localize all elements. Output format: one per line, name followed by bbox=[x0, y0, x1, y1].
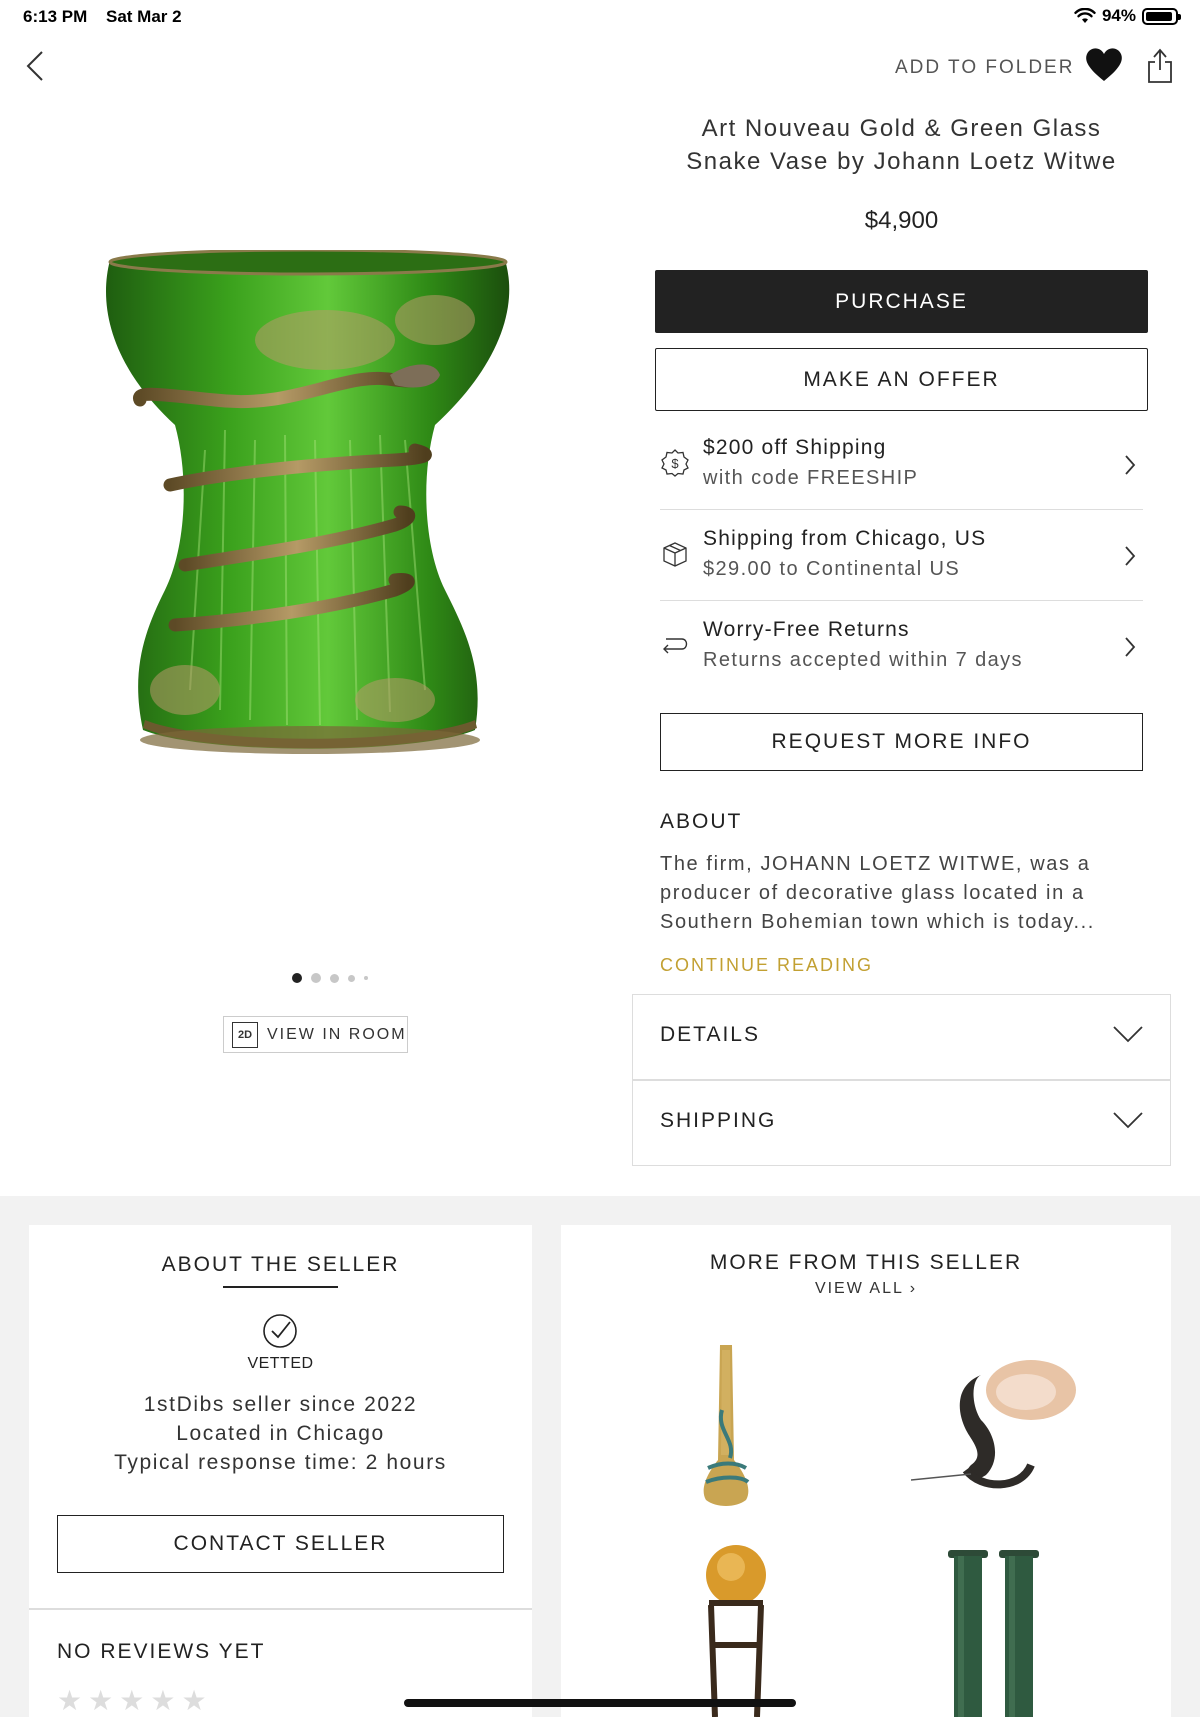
chevron-right-icon bbox=[1125, 637, 1136, 657]
home-indicator bbox=[404, 1699, 796, 1707]
product-title-line1: Art Nouveau Gold & Green Glass bbox=[701, 115, 1102, 142]
seller-location: Located in Chicago bbox=[176, 1422, 385, 1445]
status-indicators: 94% bbox=[1074, 6, 1181, 26]
view-in-room-label: VIEW IN ROOM bbox=[267, 1025, 407, 1043]
share-icon[interactable] bbox=[1145, 46, 1175, 86]
details-label: DETAILS bbox=[660, 1023, 760, 1046]
pagination-dot[interactable] bbox=[348, 974, 355, 982]
add-to-folder-button[interactable]: ADD TO FOLDER bbox=[895, 57, 1074, 79]
star-icon: ★ bbox=[181, 1685, 207, 1716]
battery-percent: 94% bbox=[1101, 6, 1136, 25]
details-accordion[interactable]: DETAILS bbox=[632, 994, 1171, 1080]
dollar-badge-icon: $ bbox=[661, 449, 689, 477]
star-icon: ★ bbox=[88, 1685, 114, 1716]
info-row-shipping-promo[interactable]: $ $200 off Shipping with code FREESHIP bbox=[660, 420, 1143, 510]
seller-since: 1stDibs seller since 2022 bbox=[143, 1393, 418, 1416]
star-icon: ★ bbox=[119, 1685, 145, 1716]
pagination-dot[interactable] bbox=[330, 973, 339, 983]
chevron-down-icon bbox=[1113, 1026, 1143, 1043]
favorite-heart-icon[interactable] bbox=[1083, 44, 1125, 84]
battery-cap bbox=[1178, 13, 1181, 20]
product-title: Art Nouveau Gold & Green Glass Snake Vas… bbox=[655, 112, 1148, 178]
about-seller-title: ABOUT THE SELLER bbox=[161, 1253, 400, 1276]
info-row-title: $200 off Shipping bbox=[703, 436, 887, 459]
star-icon: ★ bbox=[150, 1685, 176, 1716]
battery-level-fill bbox=[1146, 11, 1173, 21]
shipping-accordion[interactable]: SHIPPING bbox=[632, 1080, 1171, 1166]
vetted-label: VETTED bbox=[247, 1355, 314, 1372]
return-arrow-icon bbox=[663, 638, 688, 654]
back-chevron-icon[interactable] bbox=[20, 46, 50, 86]
chevron-right-icon bbox=[1125, 455, 1136, 475]
more-from-seller-title: MORE FROM THIS SELLER bbox=[709, 1251, 1023, 1274]
related-item-thumbnail[interactable] bbox=[701, 1545, 771, 1717]
info-row-shipping-origin[interactable]: Shipping from Chicago, US $29.00 to Cont… bbox=[660, 511, 1143, 601]
about-line: producer of decorative glass located in … bbox=[660, 882, 1085, 904]
info-row-subtitle: Returns accepted within 7 days bbox=[703, 649, 1023, 671]
shipping-label: SHIPPING bbox=[660, 1109, 777, 1132]
info-row-subtitle: with code FREESHIP bbox=[703, 467, 919, 489]
vetted-check-icon bbox=[263, 1314, 297, 1348]
make-offer-button[interactable]: MAKE AN OFFER bbox=[655, 348, 1148, 411]
vase-illustration bbox=[106, 248, 510, 754]
status-time: 6:13 PM bbox=[23, 7, 88, 26]
contact-seller-button[interactable]: CONTACT SELLER bbox=[57, 1515, 504, 1573]
continue-reading-link[interactable]: CONTINUE READING bbox=[660, 955, 873, 976]
divider bbox=[29, 1608, 532, 1610]
svg-text:$: $ bbox=[671, 456, 679, 471]
view-in-room-button[interactable]: 2D VIEW IN ROOM bbox=[223, 1016, 408, 1053]
more-from-seller-card: MORE FROM THIS SELLER VIEW ALL › bbox=[561, 1225, 1171, 1717]
request-info-button[interactable]: REQUEST MORE INFO bbox=[660, 713, 1143, 771]
pagination-dot[interactable] bbox=[364, 976, 368, 980]
info-row-title: Shipping from Chicago, US bbox=[703, 527, 987, 550]
star-icon: ★ bbox=[57, 1685, 83, 1716]
package-icon bbox=[663, 542, 687, 567]
pagination-dot[interactable] bbox=[311, 973, 321, 983]
view-in-room-2d-icon: 2D bbox=[232, 1021, 258, 1048]
image-pagination[interactable] bbox=[292, 973, 368, 983]
about-description: The firm, JOHANN LOETZ WITWE, was a prod… bbox=[660, 850, 1143, 937]
product-title-line2: Snake Vase by Johann Loetz Witwe bbox=[686, 148, 1117, 175]
about-heading: ABOUT bbox=[660, 810, 743, 833]
info-row-title: Worry-Free Returns bbox=[703, 618, 910, 641]
pagination-dot[interactable] bbox=[292, 973, 302, 983]
seller-response-time: Typical response time: 2 hours bbox=[114, 1451, 447, 1474]
product-price: $4,900 bbox=[864, 207, 939, 234]
related-item-thumbnail[interactable] bbox=[946, 1550, 1041, 1717]
about-line: Southern Bohemian town which is today... bbox=[660, 911, 1095, 933]
title-underline bbox=[223, 1286, 338, 1288]
product-image[interactable] bbox=[95, 248, 535, 810]
rating-stars: ★ ★ ★ ★ ★ bbox=[57, 1687, 207, 1715]
chevron-down-icon bbox=[1113, 1112, 1143, 1129]
related-item-thumbnail[interactable] bbox=[696, 1340, 756, 1510]
about-seller-card: ABOUT THE SELLER VETTED 1stDibs seller s… bbox=[29, 1225, 532, 1717]
view-all-link[interactable]: VIEW ALL › bbox=[561, 1280, 1171, 1298]
related-item-thumbnail[interactable] bbox=[911, 1350, 1081, 1500]
info-row-subtitle: $29.00 to Continental US bbox=[703, 558, 961, 580]
reviews-heading: NO REVIEWS YET bbox=[57, 1640, 266, 1663]
about-line: The firm, JOHANN LOETZ WITWE, was a bbox=[660, 853, 1091, 875]
purchase-button[interactable]: PURCHASE bbox=[655, 270, 1148, 333]
info-row-returns[interactable]: Worry-Free Returns Returns accepted with… bbox=[660, 602, 1143, 692]
status-bar: 6:13 PM Sat Mar 2 94% bbox=[0, 0, 1200, 34]
chevron-right-icon bbox=[1125, 546, 1136, 566]
status-date: Sat Mar 2 bbox=[106, 7, 182, 26]
battery-icon bbox=[1142, 7, 1181, 25]
wifi-icon bbox=[1074, 8, 1096, 23]
